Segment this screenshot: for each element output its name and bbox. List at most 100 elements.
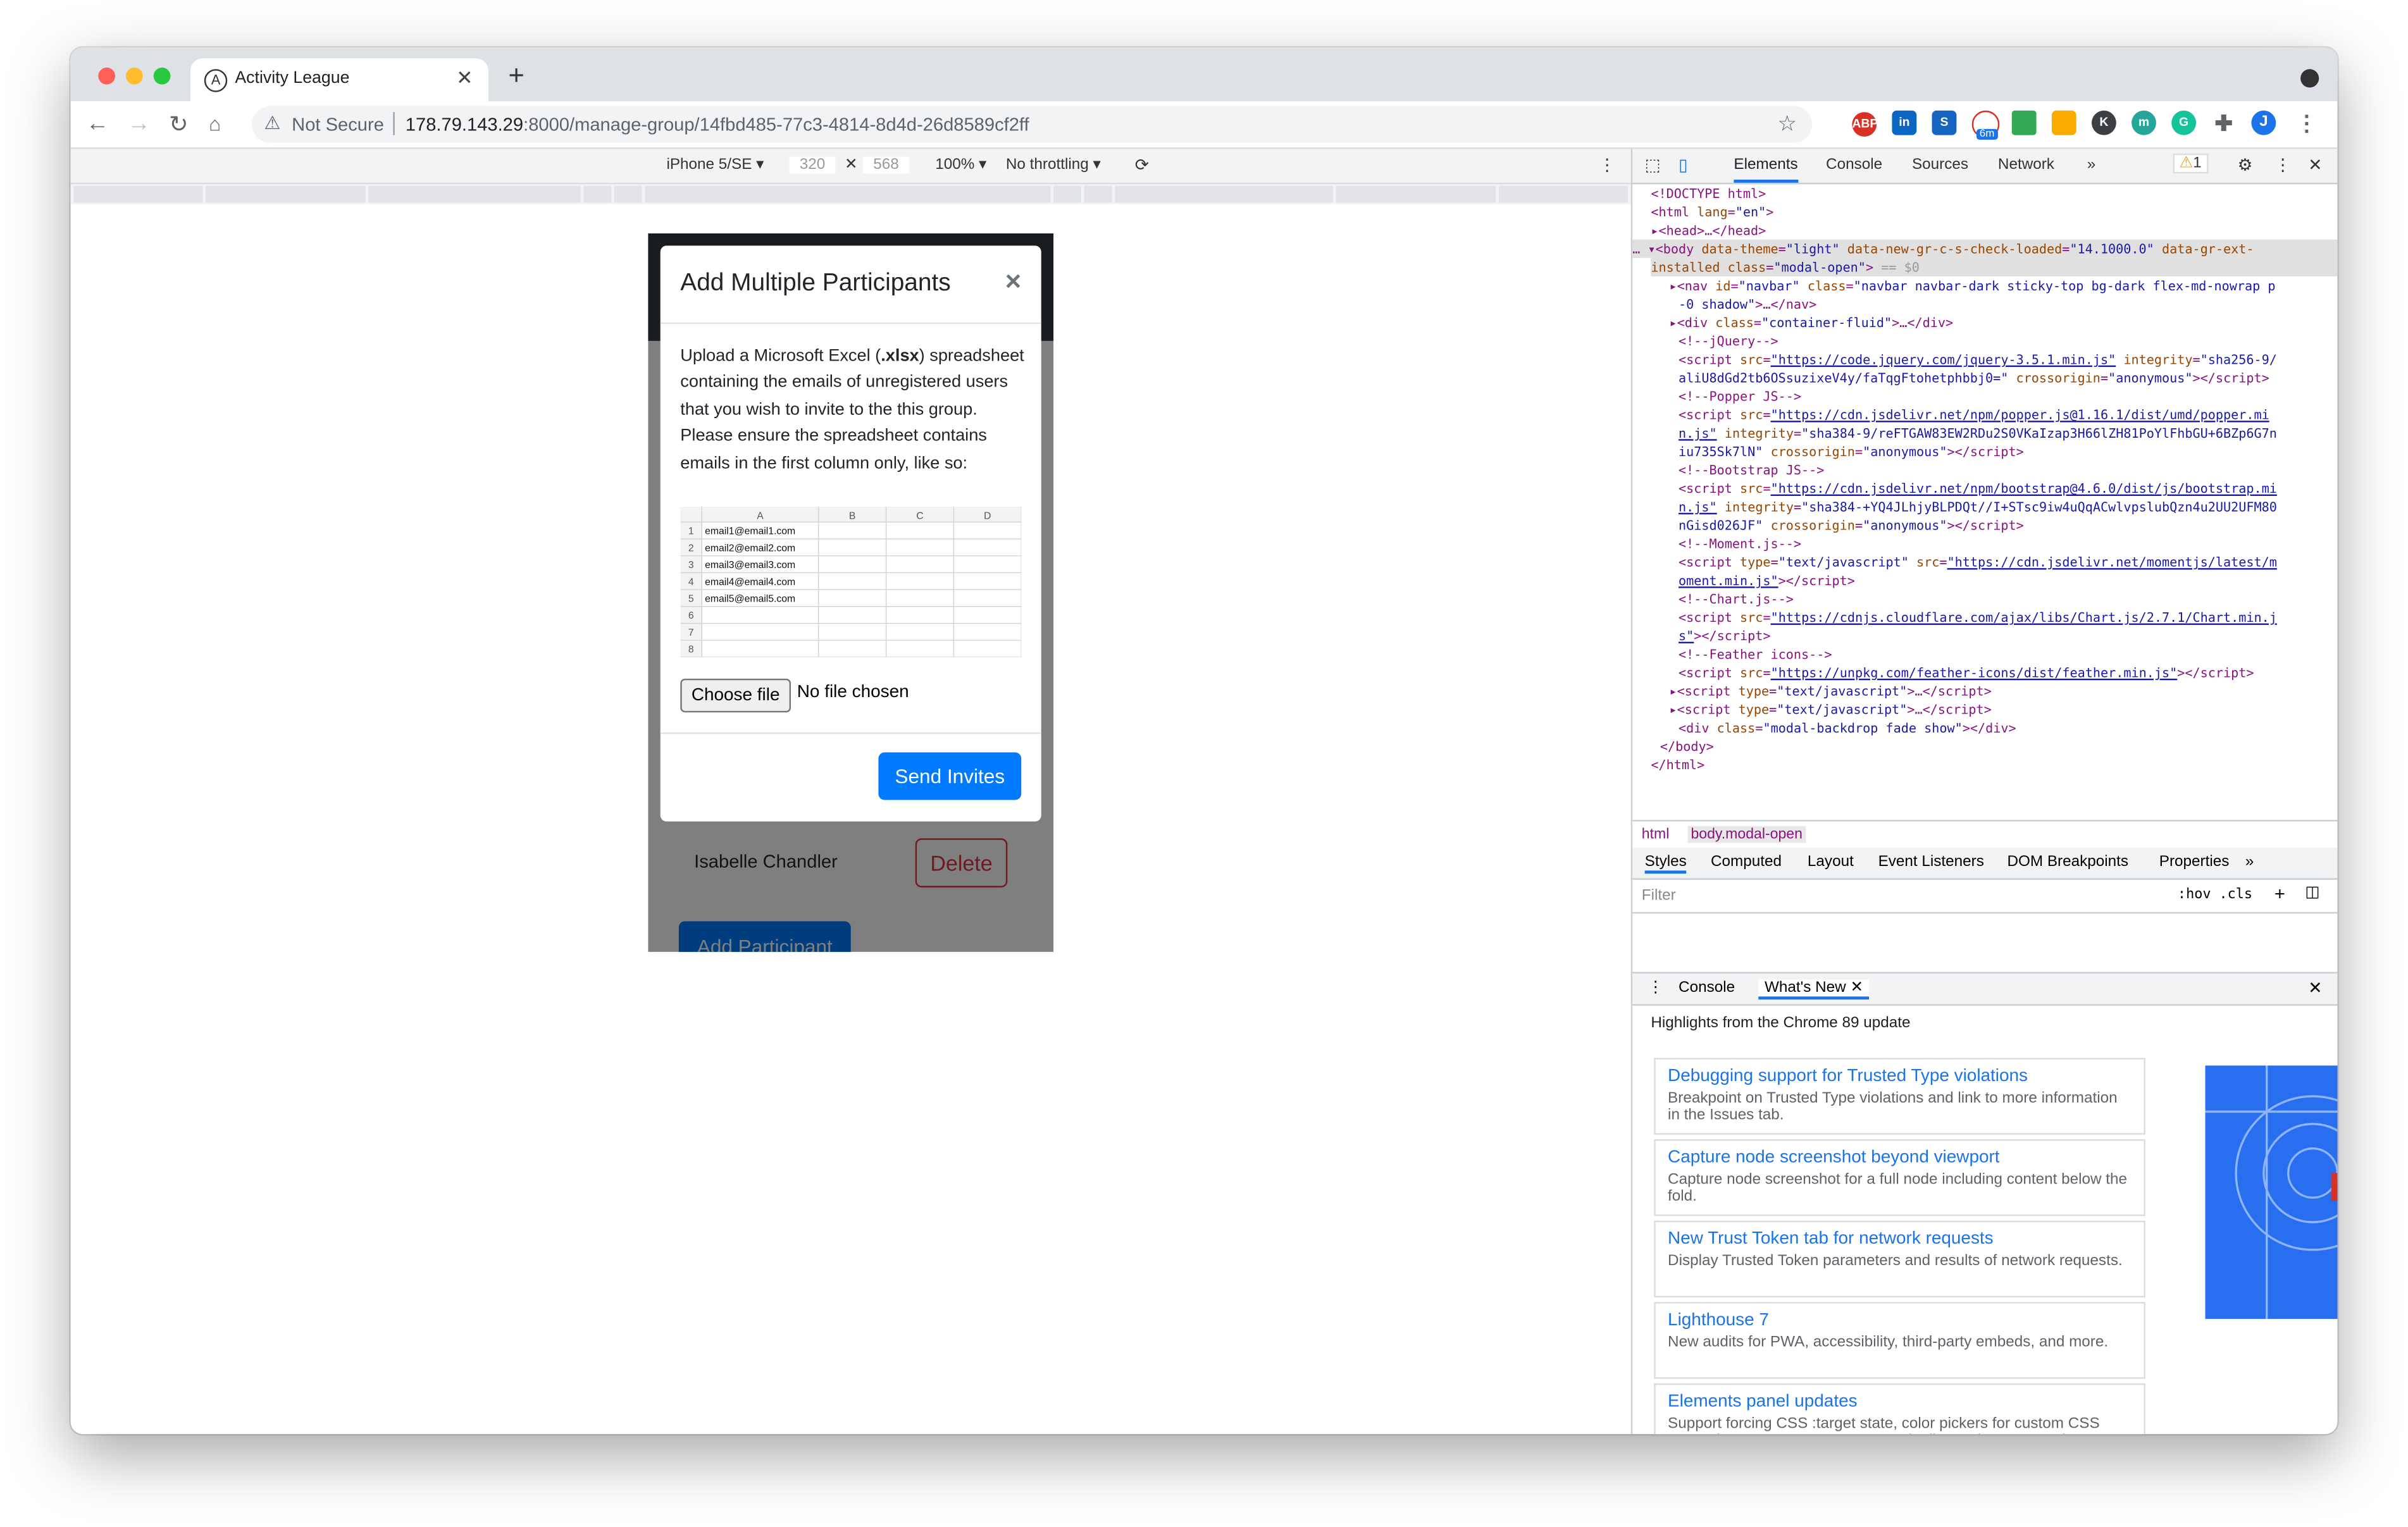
- device-toggle-icon[interactable]: ▯: [1679, 155, 1688, 175]
- tab-console[interactable]: Console: [1826, 157, 1882, 174]
- device-toolbar: iPhone 5/SE ▾ 320 ✕ 568 100% ▾ No thrott…: [70, 149, 1631, 185]
- toggle-sidebar-icon[interactable]: ◫: [2305, 884, 2319, 901]
- back-icon[interactable]: ←: [86, 111, 109, 137]
- devtools-tabbar: ⬚ ▯ Elements Console Sources Network » ⚠…: [1632, 149, 2338, 185]
- m-extension-icon[interactable]: m: [2132, 110, 2156, 135]
- rotate-icon[interactable]: ⟳: [1135, 155, 1149, 175]
- yellow-extension-icon[interactable]: [2051, 110, 2076, 135]
- adblock-extension-icon[interactable]: ABP: [1852, 112, 1878, 137]
- reload-icon[interactable]: ↻: [169, 111, 189, 138]
- new-style-rule-icon[interactable]: +: [2275, 883, 2285, 905]
- close-tab-icon[interactable]: ✕: [456, 66, 473, 90]
- settings-gear-icon[interactable]: ⚙: [2238, 155, 2253, 175]
- browser-window: A Activity League ✕ + ← → ↻ ⌂ ⚠ Not Secu…: [70, 47, 2338, 1435]
- styles-filter-input[interactable]: Filter: [1642, 887, 1676, 905]
- drawer-tabbar: ⋮ Console What's New ✕ ✕: [1632, 972, 2338, 1006]
- drawer-menu-icon[interactable]: ⋮: [1648, 980, 1663, 997]
- no-file-label: No file chosen: [797, 683, 909, 702]
- media-query-ruler: [70, 184, 1631, 204]
- more-tabs-icon[interactable]: »: [2087, 157, 2096, 174]
- s-extension-icon[interactable]: S: [1932, 110, 1957, 135]
- drive-extension-icon[interactable]: [2011, 110, 2037, 135]
- card-title[interactable]: New Trust Token tab for network requests: [1668, 1230, 1994, 1248]
- tab-properties[interactable]: Properties: [2159, 854, 2230, 871]
- whats-new-card[interactable]: Elements panel updates Support forcing C…: [1654, 1383, 2145, 1435]
- tab-layout[interactable]: Layout: [1808, 854, 1854, 871]
- choose-file-button[interactable]: Choose file: [680, 678, 791, 713]
- drawer-tab-console[interactable]: Console: [1679, 980, 1735, 997]
- whats-new-card[interactable]: Capture node screenshot beyond viewport …: [1654, 1139, 2145, 1216]
- tab-search-icon[interactable]: [2300, 69, 2319, 88]
- tab-network[interactable]: Network: [1998, 157, 2054, 174]
- send-invites-button[interactable]: Send Invites: [878, 752, 1022, 800]
- upload-instructions: Upload a Microsoft Excel (.xlsx) spreads…: [680, 344, 1024, 424]
- minimize-window-button[interactable]: [126, 67, 143, 85]
- row-number: 5: [688, 594, 694, 605]
- card-title[interactable]: Debugging support for Trusted Type viola…: [1668, 1067, 2028, 1085]
- warning-count: 1: [2193, 155, 2202, 172]
- url-text: 178.79.143.29:8000/manage-group/14fbd485…: [406, 114, 1029, 135]
- close-window-button[interactable]: [98, 67, 116, 85]
- zoom-select[interactable]: 100% ▾: [935, 157, 986, 174]
- more-style-tabs-icon[interactable]: »: [2245, 854, 2254, 871]
- home-icon[interactable]: ⌂: [209, 112, 221, 135]
- format-instructions: Please ensure the spreadsheet contains e…: [680, 427, 987, 473]
- bookmark-star-icon[interactable]: ☆: [1777, 111, 1796, 137]
- url-host: 178.79.143.29: [405, 113, 524, 135]
- tab-title: Activity League: [235, 69, 350, 88]
- close-tab-icon[interactable]: ✕: [1850, 980, 1863, 997]
- k-extension-icon[interactable]: K: [2091, 110, 2116, 135]
- modal-footer-divider: [660, 732, 1041, 734]
- device-width-input[interactable]: 320: [789, 156, 836, 174]
- timer-extension-badge: 6m: [1976, 128, 1998, 140]
- close-drawer-icon[interactable]: ✕: [2308, 978, 2322, 998]
- drawer-tab-whats-new[interactable]: What's New ✕: [1758, 979, 1870, 1000]
- tab-elements[interactable]: Elements: [1734, 157, 1798, 183]
- warnings-badge[interactable]: ⚠1: [2173, 153, 2208, 174]
- card-title[interactable]: Capture node screenshot beyond viewport: [1668, 1149, 2000, 1167]
- breadcrumb-html[interactable]: html: [1642, 826, 1670, 843]
- dom-tree: <!DOCTYPE html> <html lang="en"> ▸<head>…: [1632, 184, 2338, 823]
- whats-new-card[interactable]: Debugging support for Trusted Type viola…: [1654, 1058, 2145, 1135]
- tab-sources[interactable]: Sources: [1912, 157, 1968, 174]
- tab-styles[interactable]: Styles: [1644, 854, 1687, 874]
- row-number: 7: [688, 627, 694, 638]
- row-number: 3: [688, 560, 694, 571]
- row-number: 6: [688, 610, 694, 621]
- add-participants-modal: Add Multiple Participants × Upload a Mic…: [660, 245, 1041, 822]
- tab-strip: A Activity League ✕ +: [70, 47, 2338, 102]
- device-height-input[interactable]: 568: [863, 156, 909, 174]
- modal-close-icon[interactable]: ×: [1005, 266, 1022, 298]
- browser-tab[interactable]: A Activity League ✕: [190, 58, 488, 102]
- new-tab-icon[interactable]: +: [508, 60, 524, 92]
- cls-toggle[interactable]: .cls: [2219, 887, 2252, 903]
- breadcrumb-body[interactable]: body.modal-open: [1687, 825, 1806, 843]
- whats-new-card[interactable]: New Trust Token tab for network requests…: [1654, 1220, 2145, 1298]
- card-title[interactable]: Lighthouse 7: [1668, 1311, 1769, 1330]
- tab-computed[interactable]: Computed: [1711, 854, 1782, 871]
- linkedin-extension-icon[interactable]: in: [1892, 110, 1917, 135]
- example-email: email4@email4.com: [705, 577, 795, 588]
- card-title[interactable]: Elements panel updates: [1668, 1393, 1858, 1411]
- close-devtools-icon[interactable]: ✕: [2308, 155, 2322, 175]
- element-breadcrumbs: html body.modal-open: [1632, 820, 2338, 848]
- tab-dom-breakpoints[interactable]: DOM Breakpoints: [2007, 854, 2128, 871]
- maximize-window-button[interactable]: [153, 67, 171, 85]
- throttling-select[interactable]: No throttling ▾: [1006, 157, 1101, 174]
- profile-avatar[interactable]: J: [2251, 110, 2276, 135]
- devtools-menu-icon[interactable]: ⋮: [2275, 155, 2292, 175]
- tab-event-listeners[interactable]: Event Listeners: [1878, 854, 1984, 871]
- address-bar[interactable]: ⚠ Not Secure 178.79.143.29:8000/manage-g…: [252, 106, 1813, 143]
- device-select[interactable]: iPhone 5/SE ▾: [666, 157, 764, 174]
- device-toolbar-menu-icon[interactable]: ⋮: [1599, 155, 1616, 175]
- puzzle-extensions-icon[interactable]: ✚: [2211, 111, 2236, 135]
- grammarly-extension-icon[interactable]: G: [2171, 110, 2197, 135]
- chrome-menu-icon[interactable]: ⋮: [2294, 111, 2319, 135]
- whats-new-card[interactable]: Lighthouse 7 New audits for PWA, accessi…: [1654, 1302, 2145, 1379]
- spreadsheet-example-image: A B C D 1 2 3 4 5 6 7 8 email1@email1.co…: [680, 507, 1022, 657]
- row-number: 4: [688, 577, 694, 588]
- example-email: email5@email5.com: [705, 594, 795, 605]
- hov-toggle[interactable]: :hov: [2178, 887, 2211, 903]
- forward-icon[interactable]: →: [127, 111, 150, 137]
- inspect-element-icon[interactable]: ⬚: [1645, 155, 1661, 175]
